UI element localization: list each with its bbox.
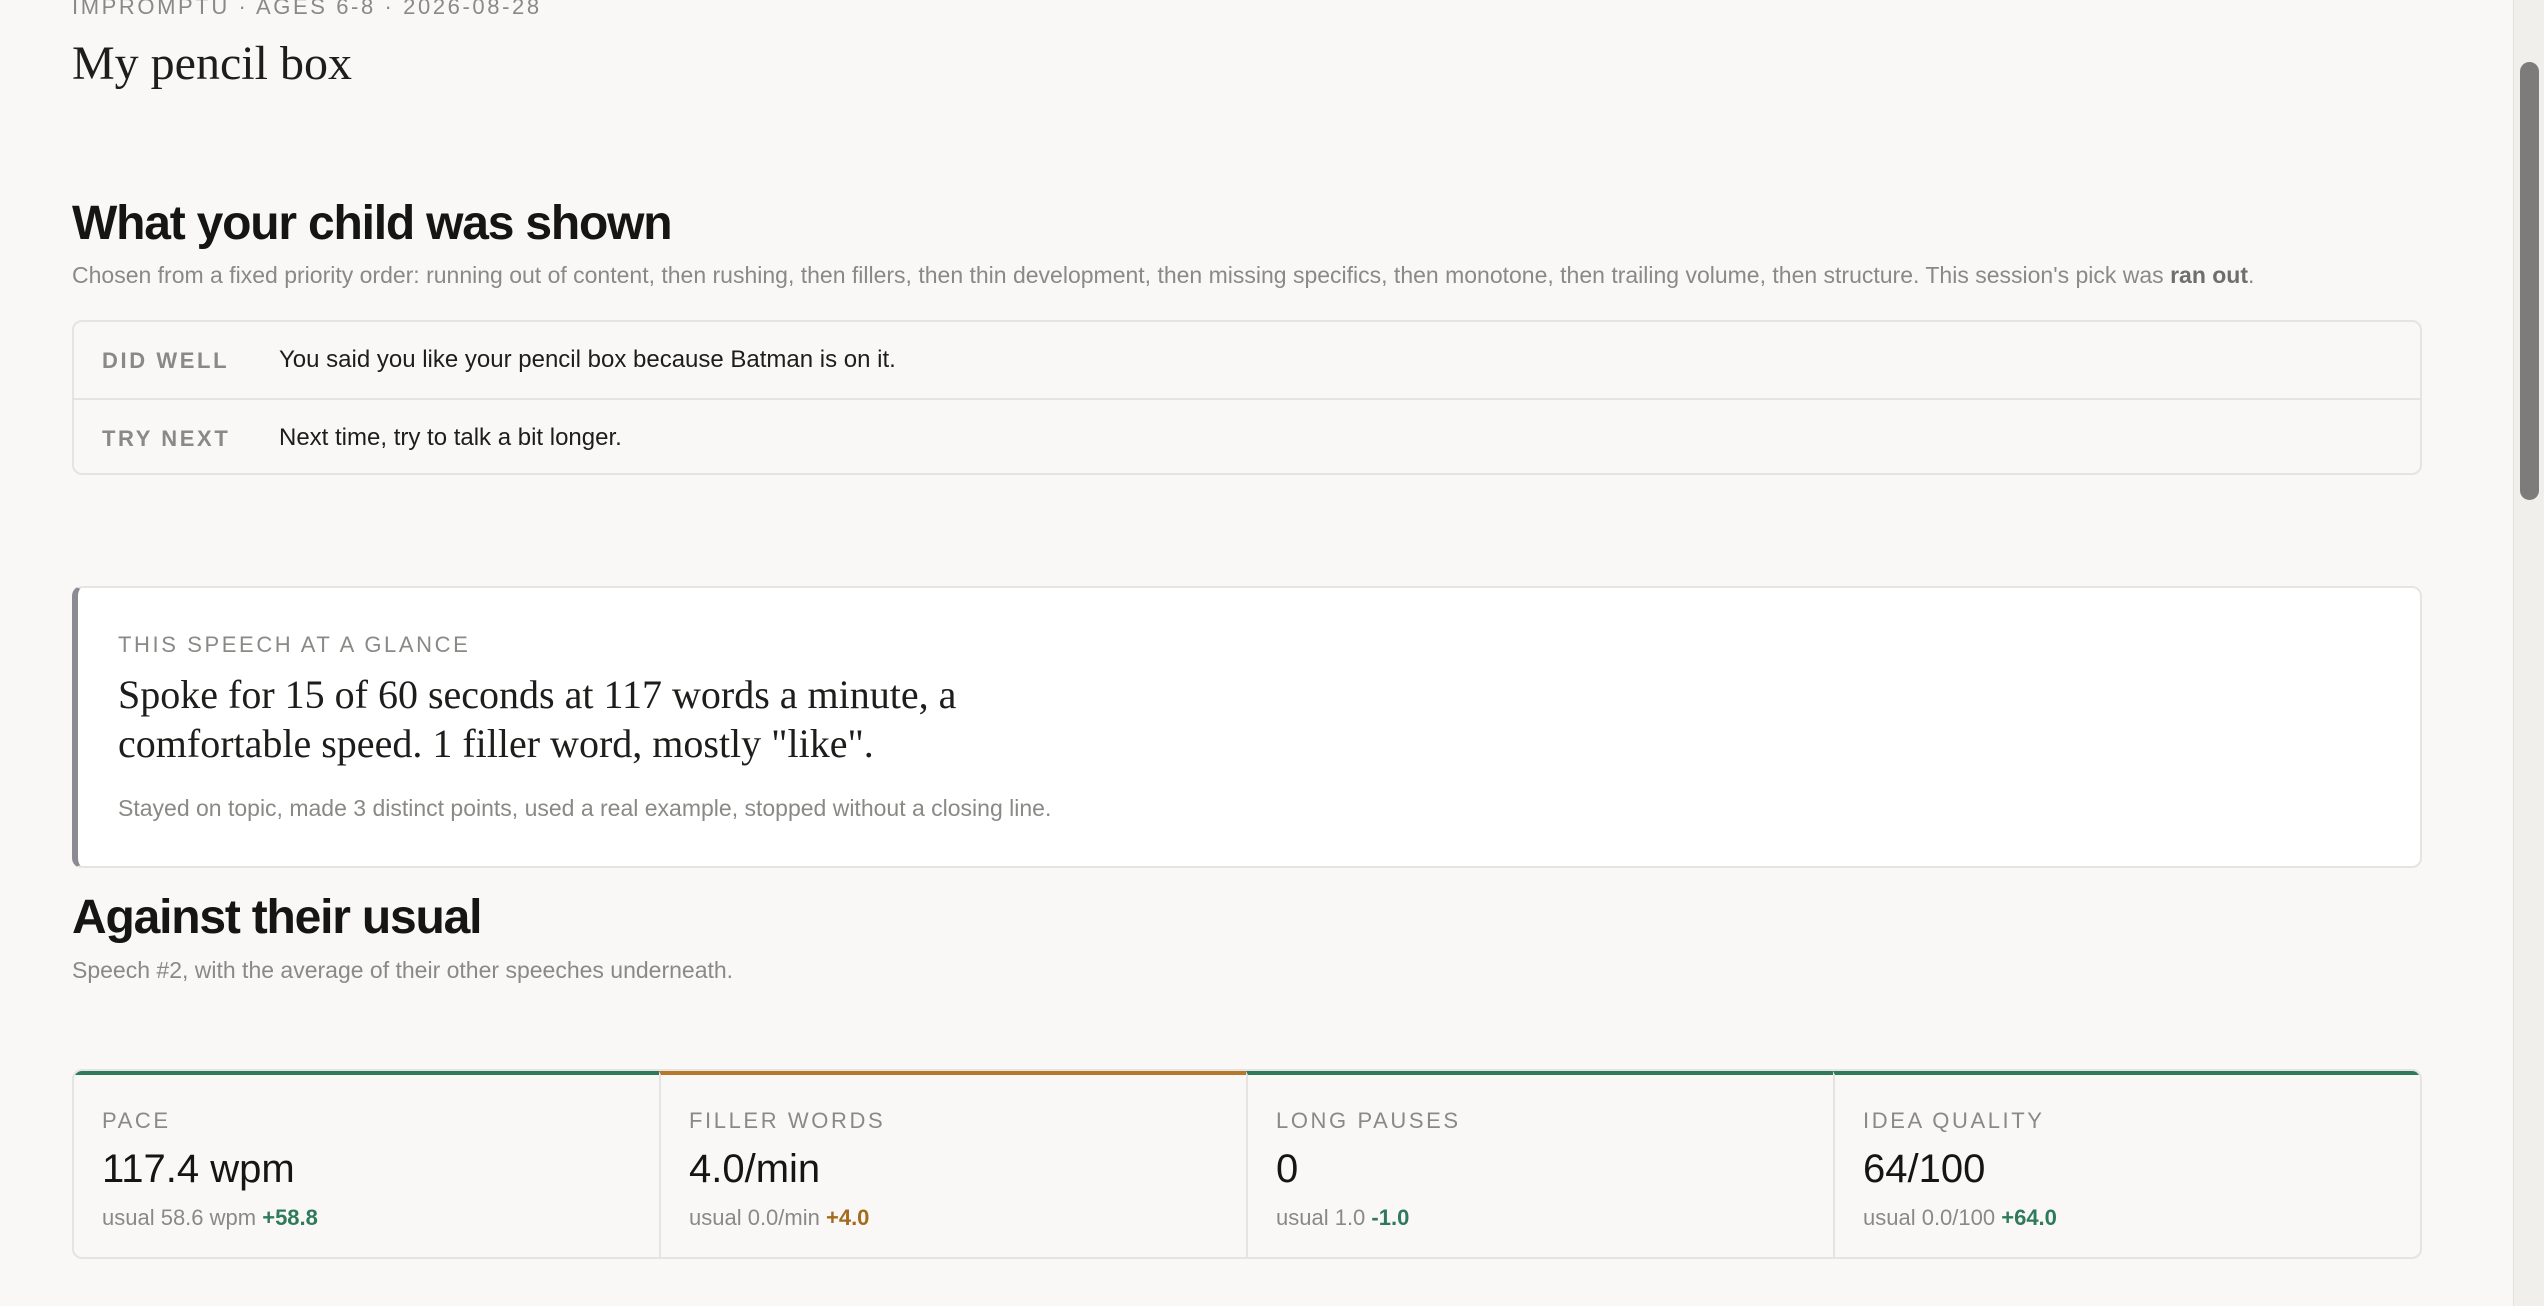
shown-description: Chosen from a fixed priority order: runn… [72,262,2254,289]
page-title: My pencil box [72,37,352,90]
metric-delta: +64.0 [2001,1205,2057,1230]
session-meta: IMPROMPTU · AGES 6-8 · 2026-08-28 [72,0,542,19]
metric-label: FILLER WORDS [689,1108,886,1133]
feedback-table: DID WELL You said you like your pencil b… [72,320,2422,475]
metric-label: PACE [102,1108,171,1133]
glance-summary: Spoke for 15 of 60 seconds at 117 words … [118,672,957,766]
feedback-text: You said you like your pencil box becaus… [279,346,896,373]
metric-idea-quality: IDEA QUALITY 64/100 usual 0.0/100 +64.0 [1833,1071,2420,1257]
metric-usual: usual 0.0/100 +64.0 [1863,1205,2057,1231]
metric-usual-text: usual 0.0/min [689,1205,820,1230]
feedback-row-did-well: DID WELL You said you like your pencil b… [74,322,2420,400]
metric-delta: +4.0 [825,1205,870,1230]
metric-usual-text: usual 0.0/100 [1863,1205,1996,1230]
scrollbar-thumb[interactable] [2520,62,2539,500]
metric-long-pauses: LONG PAUSES 0 usual 1.0 -1.0 [1246,1071,1833,1257]
usual-description: Speech #2, with the average of their oth… [72,957,734,983]
feedback-label: DID WELL [102,348,230,373]
metric-usual: usual 0.0/min +4.0 [689,1205,869,1231]
feedback-row-try-next: TRY NEXT Next time, try to talk a bit lo… [74,400,2420,476]
metrics-strip: PACE 117.4 wpm usual 58.6 wpm +58.8 FILL… [72,1069,2422,1259]
metric-label: IDEA QUALITY [1863,1108,2045,1133]
shown-pick: ran out [2170,262,2249,288]
metric-usual: usual 58.6 wpm +58.8 [102,1205,318,1231]
shown-description-text: Chosen from a fixed priority order: runn… [72,262,2171,288]
metric-filler-words: FILLER WORDS 4.0/min usual 0.0/min +4.0 [659,1071,1246,1257]
usual-heading: Against their usual [72,891,482,944]
metric-label: LONG PAUSES [1276,1108,1461,1133]
metric-usual: usual 1.0 -1.0 [1276,1205,1409,1231]
glance-card: THIS SPEECH AT A GLANCE Spoke for 15 of … [72,586,2422,868]
shown-heading: What your child was shown [72,197,673,250]
metric-value: 117.4 wpm [102,1147,295,1191]
metric-value: 64/100 [1863,1147,1986,1191]
metric-delta: +58.8 [262,1205,318,1230]
glance-detail: Stayed on topic, made 3 distinct points,… [118,795,1052,821]
shown-pick-suffix: . [2248,262,2255,288]
metric-value: 0 [1276,1147,1299,1191]
feedback-text: Next time, try to talk a bit longer. [279,424,622,451]
feedback-label: TRY NEXT [102,426,231,451]
vertical-scrollbar[interactable] [2513,0,2544,1306]
metric-pace: PACE 117.4 wpm usual 58.6 wpm +58.8 [74,1071,659,1257]
metric-usual-text: usual 58.6 wpm [102,1205,257,1230]
metric-delta: -1.0 [1371,1205,1410,1230]
metric-usual-text: usual 1.0 [1276,1205,1366,1230]
glance-label: THIS SPEECH AT A GLANCE [118,632,471,657]
metric-value: 4.0/min [689,1147,821,1191]
